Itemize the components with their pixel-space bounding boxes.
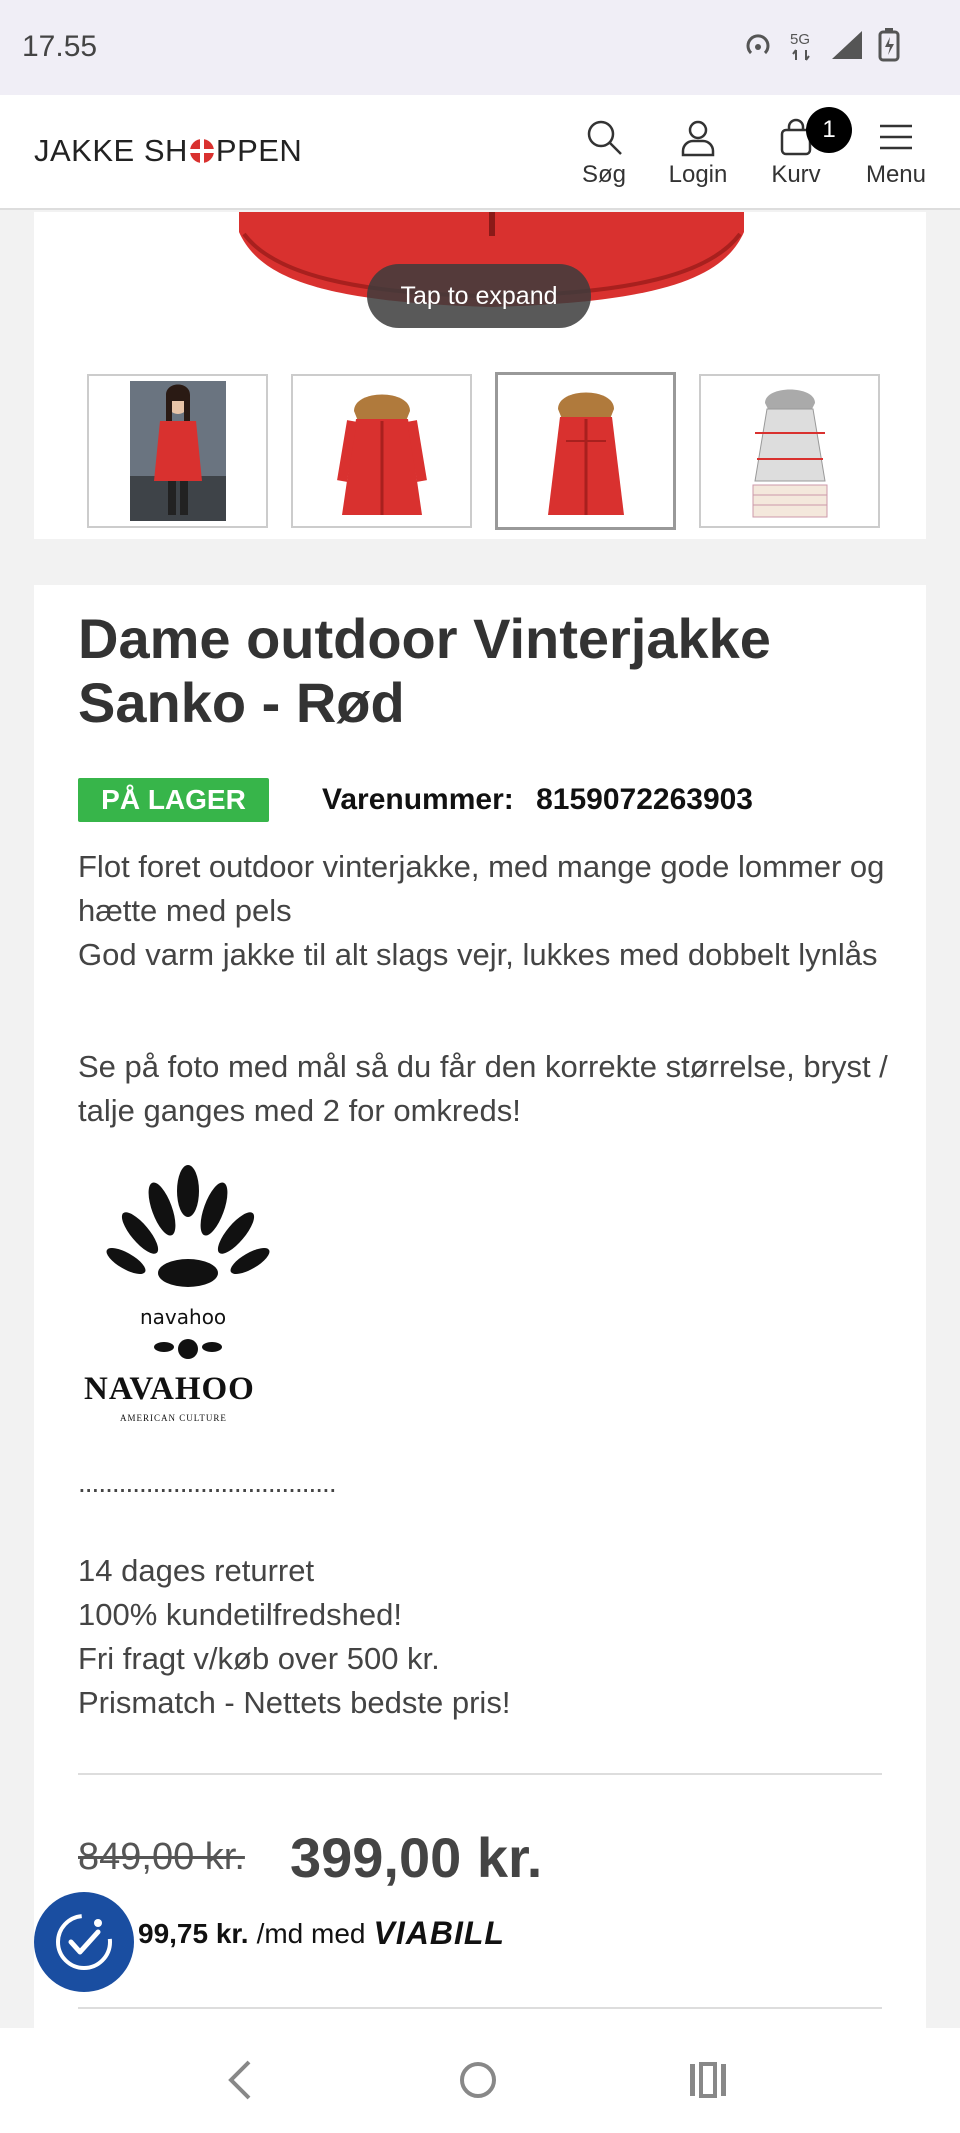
dotted-separator: ......................................	[78, 1467, 337, 1498]
search-button[interactable]: Søg	[554, 117, 654, 189]
menu-label: Menu	[865, 161, 927, 188]
home-icon[interactable]	[456, 2058, 500, 2102]
login-label: Login	[668, 161, 728, 188]
perk-item: 100% kundetilfredshed!	[78, 1597, 403, 1632]
product-gallery: Tap to expand	[34, 212, 926, 539]
accessibility-button[interactable]	[34, 1892, 134, 1992]
perk-item: 14 dages returret	[78, 1553, 315, 1588]
viabill-logo: VIABILL	[373, 1915, 505, 1951]
divider	[78, 1773, 882, 1775]
status-icons: 5G	[742, 28, 900, 62]
sku: Varenummer: 8159072263903	[322, 778, 753, 822]
search-icon	[587, 120, 622, 155]
thumbnail-size-chart	[752, 389, 827, 518]
perk-item: Prismatch - Nettets bedste pris!	[78, 1685, 511, 1720]
login-button[interactable]: Login	[648, 117, 748, 189]
description-size-note: Se på foto med mål så du får den korrekt…	[78, 1049, 888, 1128]
accessibility-check-icon	[56, 1914, 112, 1970]
hamburger-menu-icon	[880, 124, 912, 150]
site-logo[interactable]: JAKKE SH PPEN	[34, 133, 302, 169]
monthly-amount: 99,75 kr.	[138, 1917, 249, 1949]
brand-name: NAVAHOO	[84, 1371, 255, 1407]
gallery-thumbnail-1[interactable]	[87, 374, 268, 528]
perk-item: Fri fragt v/køb over 500 kr.	[78, 1641, 440, 1676]
logo-flag-icon	[189, 139, 214, 163]
monthly-suffix: /md med	[256, 1917, 366, 1949]
recent-apps-icon[interactable]	[686, 2058, 730, 2102]
cart-label: Kurv	[771, 161, 821, 188]
system-navigation-bar	[0, 2028, 960, 2133]
cart-button[interactable]: Kurv 1	[746, 107, 852, 189]
gallery-thumbnail-2[interactable]	[291, 374, 472, 528]
gallery-thumbnail-3[interactable]	[495, 372, 676, 530]
user-icon	[681, 120, 715, 157]
logo-text-end: PPEN	[215, 133, 303, 168]
brand-tagline: AMERICAN CULTURE	[120, 1413, 227, 1423]
perks-list: 14 dages returret 100% kundetilfredshed!…	[78, 1549, 510, 1725]
signal-icon	[832, 31, 862, 59]
status-bar: 17.55 5G	[0, 0, 960, 95]
product-title: Dame outdoor Vinterjakke Sanko - Rød	[78, 607, 771, 734]
description-line-2: God varm jakke til alt slags vejr, lukke…	[78, 937, 878, 972]
sku-value: 8159072263903	[536, 783, 753, 816]
site-header: JAKKE SH PPEN Søg Login Kurv 1 Menu	[0, 95, 960, 210]
svg-text:5G: 5G	[790, 31, 810, 48]
tap-to-expand-button[interactable]: Tap to expand	[367, 264, 591, 328]
thumbnail-jacket-front	[336, 394, 427, 515]
menu-button[interactable]: Menu	[846, 117, 946, 189]
monthly-payment[interactable]: 99,75 kr. /md med VIABILL	[138, 1915, 505, 1952]
current-price: 399,00 kr.	[290, 1826, 543, 1889]
old-price: 849,00 kr.	[78, 1836, 245, 1878]
hotspot-icon	[746, 34, 770, 55]
search-label: Søg	[581, 161, 626, 188]
divider	[78, 2007, 882, 2009]
description-line-1: Flot foret outdoor vinterjakke, med mang…	[78, 849, 885, 928]
logo-text-start: JAKKE SH	[34, 133, 188, 168]
stock-status-badge: PÅ LAGER	[78, 778, 269, 822]
thumbnail-jacket-front-closed	[547, 392, 624, 515]
brand-logo: navahoo NAVAHOO AMERICAN CULTURE	[78, 1163, 298, 1433]
sku-label: Varenummer:	[322, 783, 514, 816]
status-time: 17.55	[22, 30, 98, 63]
product-details: Dame outdoor Vinterjakke Sanko - Rød PÅ …	[34, 585, 926, 2035]
gallery-thumbnail-4[interactable]	[699, 374, 880, 528]
thumbnail-model-photo	[129, 381, 226, 521]
5g-icon: 5G	[790, 31, 810, 61]
battery-charging-icon	[878, 28, 900, 62]
back-icon[interactable]	[225, 2058, 255, 2102]
brand-small-text: navahoo	[140, 1305, 227, 1329]
